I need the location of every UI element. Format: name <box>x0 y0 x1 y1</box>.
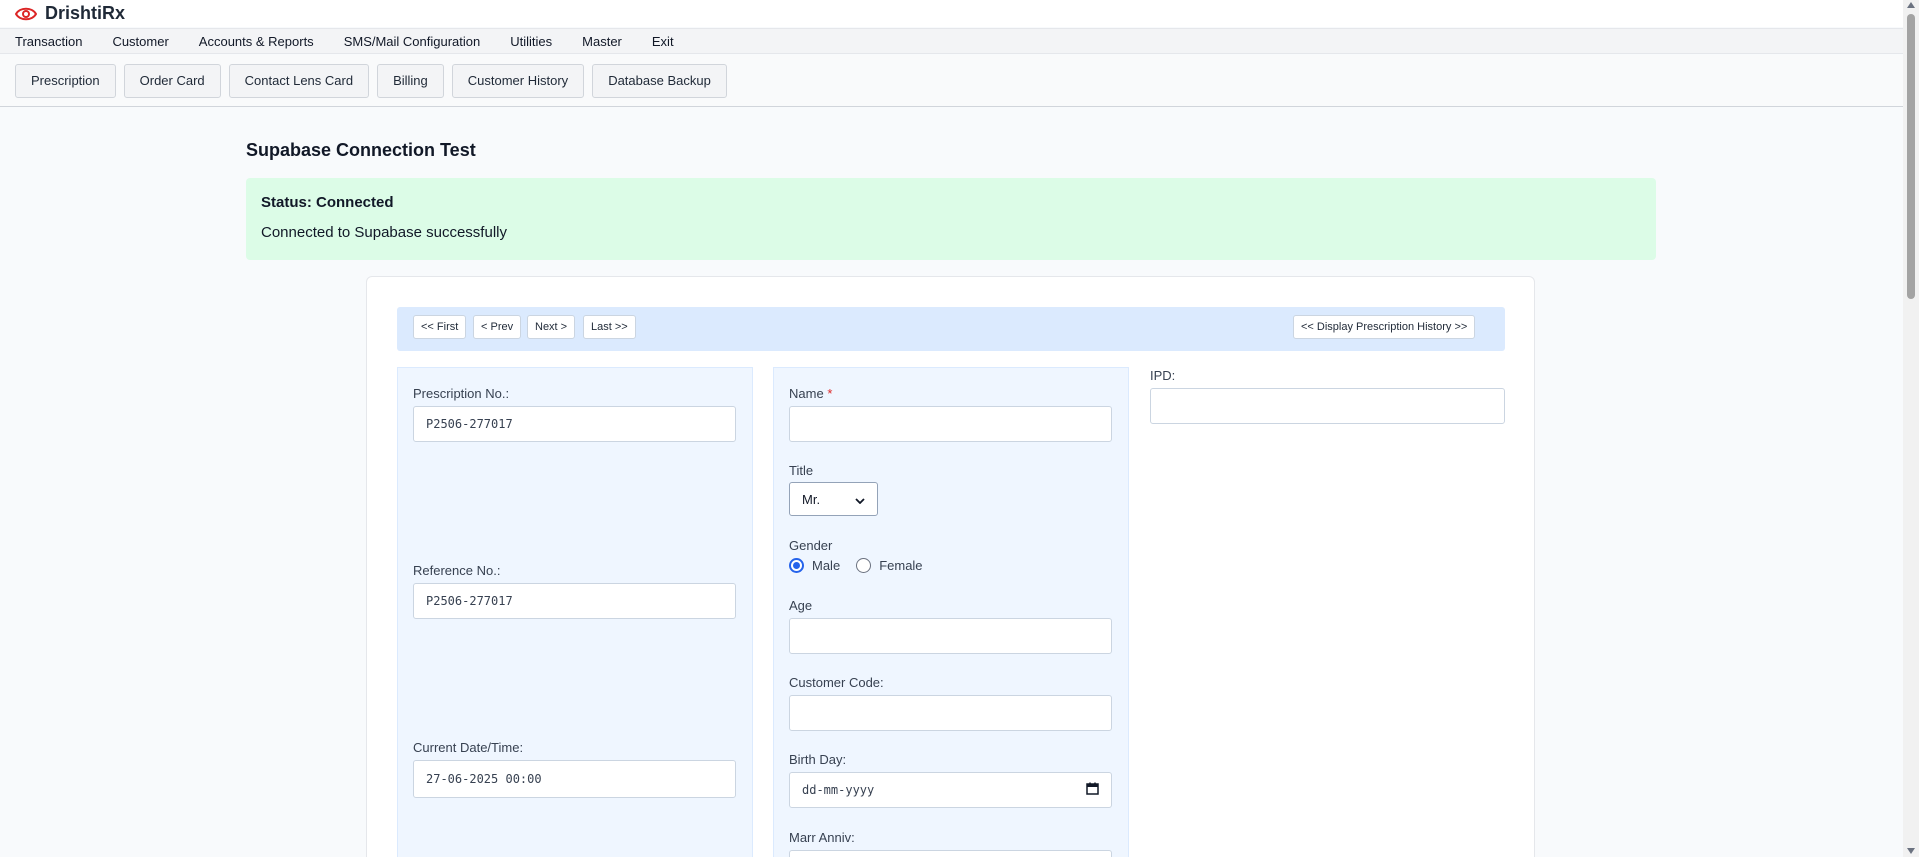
next-record-button[interactable]: Next > <box>527 315 576 339</box>
gender-male-label: Male <box>812 558 841 573</box>
current-datetime-label: Current Date/Time: <box>413 740 524 755</box>
app-title: DrishtiRx <box>45 3 126 23</box>
prescription-no-input[interactable]: P2506-277017 <box>413 406 736 442</box>
birthday-label: Birth Day: <box>789 752 847 767</box>
reference-no-label: Reference No.: <box>413 563 501 578</box>
prescription-info-panel: Prescription No.: P2506-277017 Reference… <box>397 367 753 857</box>
ipd-input[interactable] <box>1150 388 1505 424</box>
birthday-placeholder: dd-mm-yyyy <box>802 783 875 797</box>
marr-anniv-input[interactable] <box>789 850 1112 857</box>
menu-exit[interactable]: Exit <box>652 34 674 49</box>
prescription-no-label: Prescription No.: <box>413 386 510 401</box>
customer-code-input[interactable] <box>789 695 1112 731</box>
calendar-icon[interactable] <box>1086 782 1099 798</box>
name-label-text: Name <box>789 386 824 401</box>
database-backup-button[interactable]: Database Backup <box>592 63 727 98</box>
gender-female-label: Female <box>879 558 923 573</box>
name-label: Name * <box>789 386 832 401</box>
customer-history-button[interactable]: Customer History <box>451 63 585 98</box>
gender-male-radio[interactable] <box>789 558 804 573</box>
title-select[interactable]: Mr. <box>789 482 878 516</box>
scroll-up-icon[interactable] <box>1907 2 1915 8</box>
eye-icon <box>15 7 37 21</box>
required-mark: * <box>827 386 833 401</box>
birthday-input[interactable]: dd-mm-yyyy <box>789 772 1112 808</box>
ipd-label: IPD: <box>1150 368 1176 383</box>
age-label: Age <box>789 598 813 613</box>
scroll-down-icon[interactable] <box>1907 848 1915 854</box>
status-label: Status: Connected <box>261 194 394 211</box>
billing-button[interactable]: Billing <box>377 63 444 98</box>
gender-label: Gender <box>789 538 833 553</box>
customer-code-label: Customer Code: <box>789 675 884 690</box>
menu-bar: Transaction Customer Accounts & Reports … <box>0 28 1903 54</box>
menu-accounts-reports[interactable]: Accounts & Reports <box>199 34 314 49</box>
record-navigation: << First < Prev Next > Last >> << Displa… <box>397 307 1505 351</box>
menu-transaction[interactable]: Transaction <box>15 34 82 49</box>
customer-info-panel: Name * Title Mr. Gender Male Female Age … <box>773 367 1129 857</box>
status-box: Status: Connected Connected to Supabase … <box>246 178 1656 260</box>
first-record-button[interactable]: << First <box>413 315 467 339</box>
vertical-scrollbar[interactable] <box>1903 0 1919 857</box>
gender-radio-group: Male Female <box>789 558 939 573</box>
menu-master[interactable]: Master <box>582 34 622 49</box>
gender-female-radio[interactable] <box>856 558 872 573</box>
prescription-button[interactable]: Prescription <box>15 63 116 98</box>
current-datetime-input[interactable]: 27-06-2025 00:00 <box>413 760 736 798</box>
scrollbar-thumb[interactable] <box>1907 14 1915 299</box>
chevron-down-icon <box>855 492 865 507</box>
title-label: Title <box>789 463 814 478</box>
reference-no-input[interactable]: P2506-277017 <box>413 583 736 619</box>
prescription-card: << First < Prev Next > Last >> << Displa… <box>366 276 1535 857</box>
age-input[interactable] <box>789 618 1112 654</box>
toolbar: Prescription Order Card Contact Lens Car… <box>0 55 1903 107</box>
prev-record-button[interactable]: < Prev <box>473 315 522 339</box>
menu-customer[interactable]: Customer <box>112 34 168 49</box>
order-card-button[interactable]: Order Card <box>123 63 221 98</box>
status-message: Connected to Supabase successfully <box>261 224 507 241</box>
title-bar: DrishtiRx <box>0 0 1903 27</box>
marr-anniv-label: Marr Anniv: <box>789 830 855 845</box>
display-prescription-history-button[interactable]: << Display Prescription History >> <box>1293 315 1476 339</box>
menu-sms-mail-configuration[interactable]: SMS/Mail Configuration <box>344 34 481 49</box>
contact-lens-card-button[interactable]: Contact Lens Card <box>228 63 370 98</box>
last-record-button[interactable]: Last >> <box>583 315 636 339</box>
menu-utilities[interactable]: Utilities <box>510 34 552 49</box>
title-select-value: Mr. <box>802 491 821 507</box>
page-title: Supabase Connection Test <box>246 140 476 160</box>
name-input[interactable] <box>789 406 1112 442</box>
